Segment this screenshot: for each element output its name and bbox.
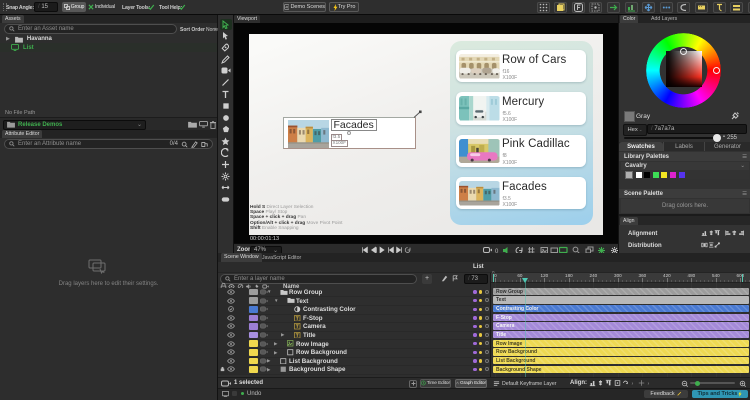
svg-text:›: › [648,381,650,387]
svg-text:›: › [632,381,634,387]
